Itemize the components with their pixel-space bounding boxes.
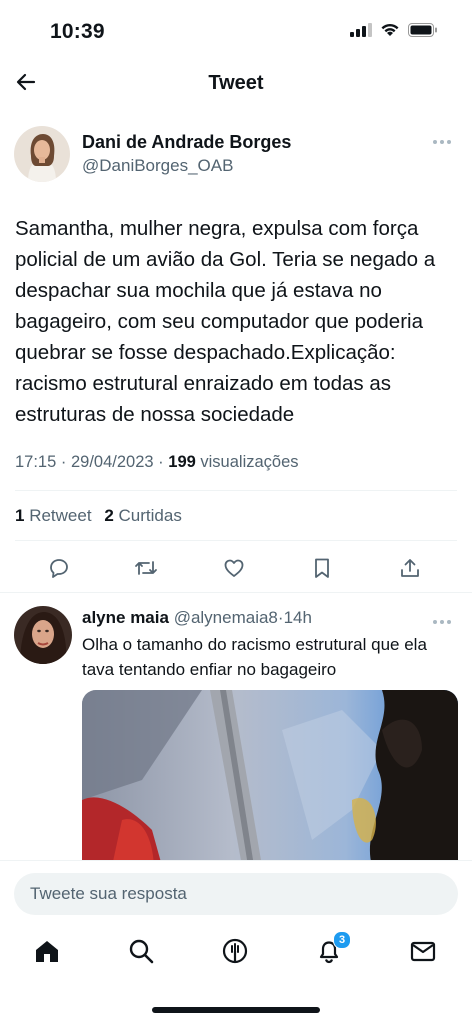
bookmark-icon <box>310 556 334 585</box>
battery-icon <box>408 22 438 42</box>
bottom-area: Tweete sua resposta 3 <box>0 860 472 1025</box>
share-icon <box>398 556 422 585</box>
retweet-icon <box>133 556 159 585</box>
tab-bar: 3 <box>0 931 472 973</box>
tab-spaces[interactable] <box>219 937 251 969</box>
wifi-icon <box>380 22 400 42</box>
likes-label: Curtidas <box>118 506 182 525</box>
tab-messages[interactable] <box>407 937 439 969</box>
tweet-date[interactable]: 29/04/2023 <box>71 453 154 471</box>
reply-button[interactable] <box>45 556 73 584</box>
share-button[interactable] <box>396 556 424 584</box>
compose-placeholder: Tweete sua resposta <box>30 884 187 903</box>
author-name[interactable]: Dani de Andrade Borges <box>82 132 291 153</box>
signal-icon <box>350 22 372 42</box>
more-options-button[interactable] <box>430 134 454 150</box>
status-time: 10:39 <box>50 20 105 43</box>
reply-time[interactable]: 14h <box>284 608 312 627</box>
reply-compose-input[interactable]: Tweete sua resposta <box>14 873 458 915</box>
retweets-label: Retweet <box>29 506 92 525</box>
author-avatar[interactable] <box>14 126 70 182</box>
divider <box>15 490 457 491</box>
tweet-actions <box>15 552 457 588</box>
reply-text: Olha o tamanho do racismo estrutural que… <box>82 635 427 679</box>
author-handle[interactable]: @DaniBorges_OAB <box>82 156 233 176</box>
reply-tweet[interactable]: alyne maia @alynemaia8·14h Olha o tamanh… <box>14 604 458 866</box>
status-bar: 10:39 <box>0 0 472 60</box>
tweet-author: Dani de Andrade Borges @DaniBorges_OAB <box>14 124 458 184</box>
reply-header: alyne maia @alynemaia8·14h <box>82 608 312 627</box>
tab-home[interactable] <box>31 937 63 969</box>
retweets-stat[interactable]: 1 Retweet <box>15 506 96 525</box>
messages-icon <box>409 937 437 970</box>
reply-author-handle[interactable]: @alynemaia8 <box>174 608 278 627</box>
tweet-stats: 1 Retweet 2 Curtidas <box>15 506 190 526</box>
retweets-count: 1 <box>15 506 25 525</box>
tab-notifications[interactable]: 3 <box>313 931 351 969</box>
home-icon <box>33 937 61 970</box>
tweet-meta: 17:15 · 29/04/2023 · 199 visualizações <box>15 453 299 471</box>
home-indicator <box>152 1007 320 1013</box>
likes-count: 2 <box>104 506 114 525</box>
tweet-text: Samantha, mulher negra, expulsa com forç… <box>15 217 436 426</box>
more-dots-icon <box>433 620 437 624</box>
retweet-button[interactable] <box>132 556 160 584</box>
likes-stat[interactable]: 2 Curtidas <box>104 506 182 525</box>
reply-icon <box>47 556 71 585</box>
reply-author-name[interactable]: alyne maia <box>82 608 169 627</box>
notification-badge: 3 <box>333 931 351 949</box>
status-icons <box>350 22 438 42</box>
more-dots-icon <box>433 140 437 144</box>
tweet-time[interactable]: 17:15 <box>15 453 56 471</box>
spaces-icon <box>221 937 249 970</box>
like-button[interactable] <box>220 556 248 584</box>
header: Tweet <box>0 60 472 108</box>
reply-media-video[interactable] <box>82 690 458 866</box>
reply-more-options-button[interactable] <box>430 614 454 630</box>
search-icon <box>127 937 155 970</box>
reply-avatar[interactable] <box>14 606 72 664</box>
views-count: 199 <box>168 453 196 471</box>
divider <box>0 592 472 593</box>
bookmark-button[interactable] <box>308 556 336 584</box>
divider <box>15 540 457 541</box>
like-icon <box>222 556 246 585</box>
tab-search[interactable] <box>125 937 157 969</box>
views-label: visualizações <box>200 453 299 471</box>
page-title: Tweet <box>208 72 264 94</box>
